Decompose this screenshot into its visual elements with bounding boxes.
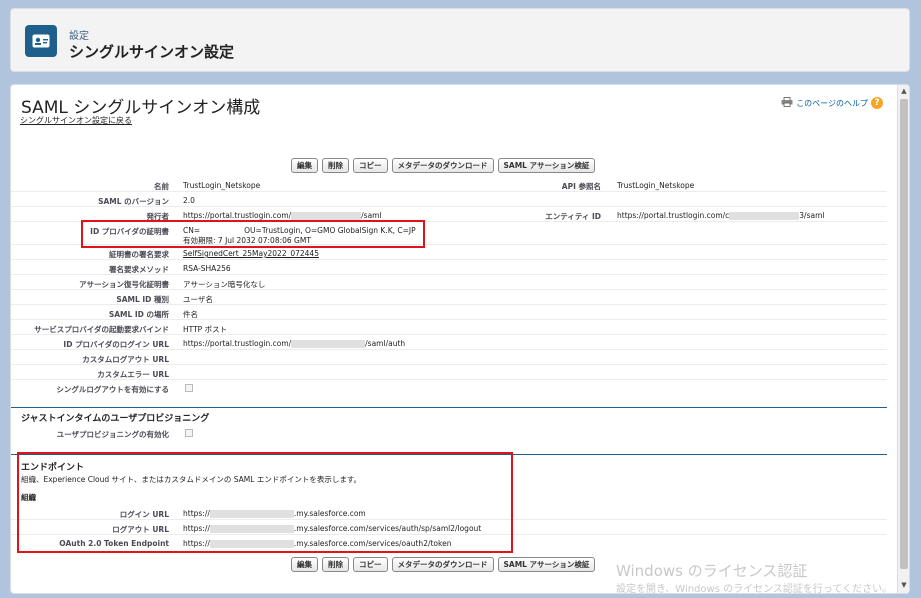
help-link-label[interactable]: このページのヘルプ	[796, 98, 868, 109]
download-metadata-button[interactable]: メタデータのダウンロード	[391, 557, 494, 572]
row-saml-id-location: SAML ID の場所 件名	[11, 306, 887, 320]
sign-request-link[interactable]: SelfSignedCert_25May2022_072445	[183, 249, 319, 258]
scroll-up-icon[interactable]: ▲	[899, 87, 909, 97]
sp-binding-label: サービスプロバイダの起動要求バインド	[34, 325, 169, 334]
row-assertion-decrypt: アサーション復号化証明書 アサーション暗号化なし	[11, 276, 887, 290]
sign-method-label: 署名要求メソッド	[109, 265, 169, 274]
copy-button[interactable]: コピー	[353, 158, 388, 173]
entity-prefix: https://portal.trustlogin.com/c	[617, 211, 730, 220]
issuer-suffix: /saml	[361, 211, 382, 220]
printer-icon	[781, 97, 793, 109]
row-idp-login-url: ID プロバイダのログイン URL https://portal.trustlo…	[11, 336, 887, 350]
name-label: 名前	[154, 182, 169, 191]
entity-id-value: https://portal.trustlogin.com/c 3/saml	[617, 211, 824, 220]
row-name: 名前 TrustLogin_Netskope API 参照名 TrustLogi…	[11, 178, 887, 192]
edit-button[interactable]: 編集	[291, 158, 318, 173]
idp-login-suffix: /saml/auth	[365, 339, 406, 348]
help-icon[interactable]: ?	[871, 97, 883, 109]
user-provisioning-label: ユーザプロビジョニングの有効化	[56, 430, 169, 439]
row-user-provisioning: ユーザプロビジョニングの有効化	[11, 426, 887, 440]
custom-error-label: カスタムエラー URL	[97, 370, 169, 379]
row-sp-binding: サービスプロバイダの起動要求バインド HTTP ポスト	[11, 321, 887, 335]
activation-watermark: Windows のライセンス認証	[616, 562, 808, 580]
saml-id-type-value: ユーザ名	[183, 295, 213, 304]
saml-version-label: SAML のバージョン	[98, 197, 169, 206]
api-name-value: TrustLogin_Netskope	[617, 181, 695, 190]
issuer-value: https://portal.trustlogin.com/ /saml	[183, 211, 382, 220]
row-sign-method: 署名要求メソッド RSA-SHA256	[11, 261, 887, 275]
sp-binding-value: HTTP ポスト	[183, 325, 228, 334]
name-value: TrustLogin_Netskope	[183, 181, 261, 190]
row-custom-logout: カスタムログアウト URL	[11, 351, 887, 365]
row-saml-version: SAML のバージョン 2.0	[11, 193, 887, 207]
issuer-prefix: https://portal.trustlogin.com/	[183, 211, 292, 220]
help-link[interactable]: このページのヘルプ ?	[781, 97, 883, 109]
sign-request-label: 証明書の署名要求	[109, 250, 169, 259]
page-header-title: シングルサインオン設定	[69, 43, 235, 61]
saml-version-value: 2.0	[183, 196, 195, 205]
row-sign-request: 証明書の署名要求 SelfSignedCert_25May2022_072445	[11, 246, 887, 260]
delete-button[interactable]: 削除	[322, 557, 349, 572]
scrollbar[interactable]: ▲ ▼	[897, 85, 909, 593]
edit-button[interactable]: 編集	[291, 557, 318, 572]
saml-id-location-value: 件名	[183, 310, 198, 319]
delete-button[interactable]: 削除	[322, 158, 349, 173]
highlight-box-certificate	[81, 220, 425, 248]
idp-login-value: https://portal.trustlogin.com/ /saml/auth	[183, 339, 405, 348]
scroll-down-icon[interactable]: ▼	[899, 581, 909, 591]
saml-id-location-label: SAML ID の場所	[108, 310, 169, 319]
api-name-label: API 参照名	[561, 182, 601, 191]
assertion-decrypt-value: アサーション暗号化なし	[183, 280, 266, 289]
custom-logout-label: カスタムログアウト URL	[82, 355, 169, 364]
entity-suffix: 3/saml	[799, 211, 825, 220]
back-link[interactable]: シングルサインオン設定に戻る	[20, 115, 132, 126]
bottom-button-bar: 編集 削除 コピー メタデータのダウンロード SAML アサーション検証	[291, 557, 596, 572]
id-card-icon	[25, 25, 57, 57]
saml-id-type-label: SAML ID 種別	[116, 295, 169, 304]
download-metadata-button[interactable]: メタデータのダウンロード	[391, 158, 494, 173]
single-logout-label: シングルログアウトを有効にする	[56, 385, 169, 394]
validate-assertion-button[interactable]: SAML アサーション検証	[497, 557, 596, 572]
copy-button[interactable]: コピー	[353, 557, 388, 572]
assertion-decrypt-label: アサーション復号化証明書	[79, 280, 169, 289]
jit-section-heading: ジャストインタイムのユーザプロビジョニング	[21, 414, 210, 424]
header-eyebrow[interactable]: 設定	[69, 27, 89, 42]
redacted-region	[729, 212, 800, 220]
entity-id-label: エンティティ ID	[545, 212, 601, 221]
main-card: SAML シングルサインオン構成 シングルサインオン設定に戻る このページのヘル…	[10, 84, 910, 594]
scroll-thumb[interactable]	[900, 99, 908, 569]
row-single-logout: シングルログアウトを有効にする	[11, 381, 887, 395]
validate-assertion-button[interactable]: SAML アサーション検証	[497, 158, 596, 173]
activation-watermark-subtext: 設定を開き、Windows のライセンス認証を行ってください。	[616, 584, 893, 595]
idp-login-prefix: https://portal.trustlogin.com/	[183, 339, 292, 348]
single-logout-checkbox[interactable]	[185, 384, 193, 392]
sign-method-value: RSA-SHA256	[183, 264, 231, 273]
row-saml-id-type: SAML ID 種別 ユーザ名	[11, 291, 887, 305]
redacted-region	[291, 212, 362, 220]
row-custom-error: カスタムエラー URL	[11, 366, 887, 380]
redacted-region	[291, 340, 366, 348]
highlight-box-endpoints	[17, 452, 513, 553]
top-button-bar: 編集 削除 コピー メタデータのダウンロード SAML アサーション検証	[291, 158, 596, 173]
idp-login-label: ID プロバイダのログイン URL	[63, 340, 169, 349]
header-card: 設定 シングルサインオン設定	[10, 8, 910, 72]
user-provisioning-checkbox[interactable]	[185, 429, 193, 437]
section-divider	[11, 407, 887, 408]
